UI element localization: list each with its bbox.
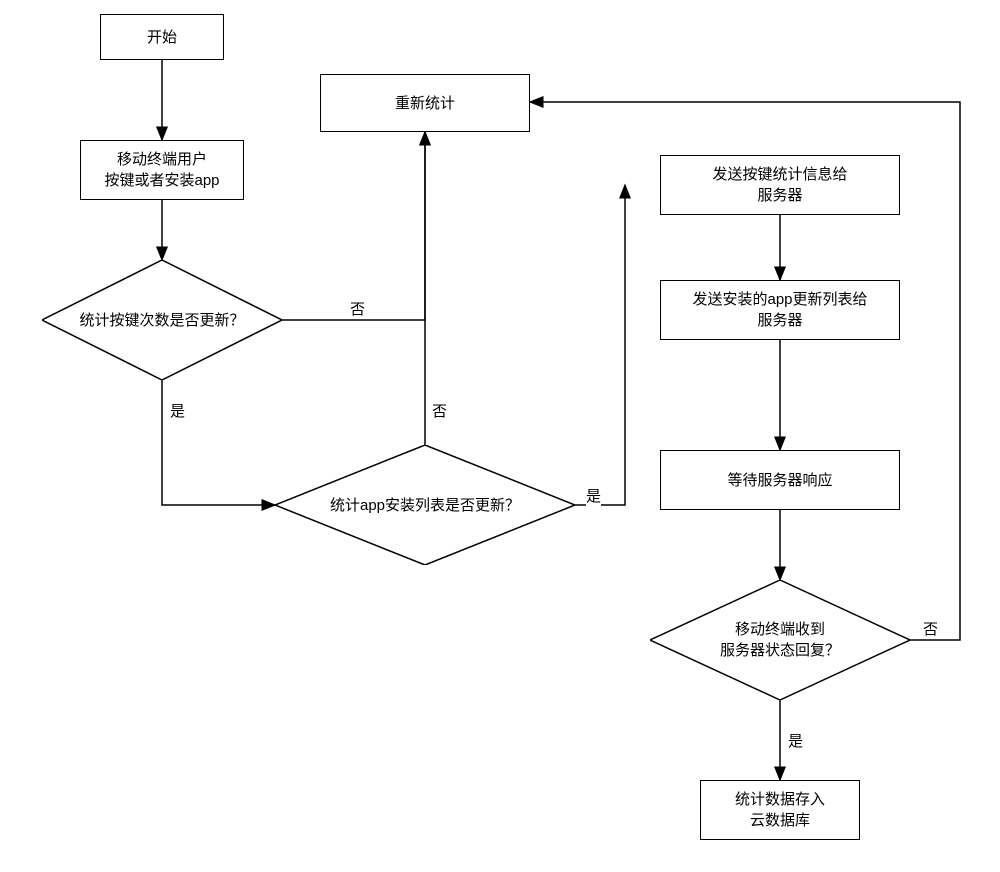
label-sendkey-l1: 发送按键统计信息给 <box>712 164 847 185</box>
edge-label-d1-yes: 是 <box>170 400 185 421</box>
label-d1: 统计按键次数是否更新？ <box>79 310 244 331</box>
flowchart-canvas: 开始 移动终端用户 按键或者安装app 统计按键次数是否更新？ 重新统计 统计a… <box>0 0 1000 872</box>
label-d2: 统计app安装列表是否更新？ <box>330 495 520 516</box>
label-store-l1: 统计数据存入 <box>735 789 825 810</box>
node-store: 统计数据存入 云数据库 <box>700 780 860 840</box>
edge-label-d2-yes: 是 <box>586 485 601 506</box>
label-input-l2: 按键或者安装app <box>104 170 219 191</box>
node-decision-response: 移动终端收到 服务器状态回复？ <box>650 580 910 700</box>
label-start: 开始 <box>147 27 177 48</box>
label-sendkey-l2: 服务器 <box>712 185 847 206</box>
label-input-l1: 移动终端用户 <box>104 149 219 170</box>
node-wait: 等待服务器响应 <box>660 450 900 510</box>
edge-label-d3-yes: 是 <box>788 730 803 751</box>
label-restat: 重新统计 <box>395 93 455 114</box>
label-d3-l2: 服务器状态回复？ <box>720 640 840 661</box>
edge-label-d1-no: 否 <box>350 298 365 319</box>
node-decision-keycount: 统计按键次数是否更新？ <box>42 260 282 380</box>
label-d3-l1: 移动终端收到 <box>720 619 840 640</box>
label-store-l2: 云数据库 <box>735 810 825 831</box>
label-sendapp-l1: 发送安装的app更新列表给 <box>692 289 867 310</box>
node-start: 开始 <box>100 14 224 60</box>
edge-label-d3-no: 否 <box>923 618 938 639</box>
node-send-app: 发送安装的app更新列表给 服务器 <box>660 280 900 340</box>
edge-label-d2-no: 否 <box>432 400 447 421</box>
node-send-key: 发送按键统计信息给 服务器 <box>660 155 900 215</box>
label-wait: 等待服务器响应 <box>727 470 832 491</box>
node-restat: 重新统计 <box>320 74 530 132</box>
node-input: 移动终端用户 按键或者安装app <box>80 140 244 200</box>
label-sendapp-l2: 服务器 <box>692 310 867 331</box>
node-decision-applist: 统计app安装列表是否更新？ <box>275 445 575 565</box>
